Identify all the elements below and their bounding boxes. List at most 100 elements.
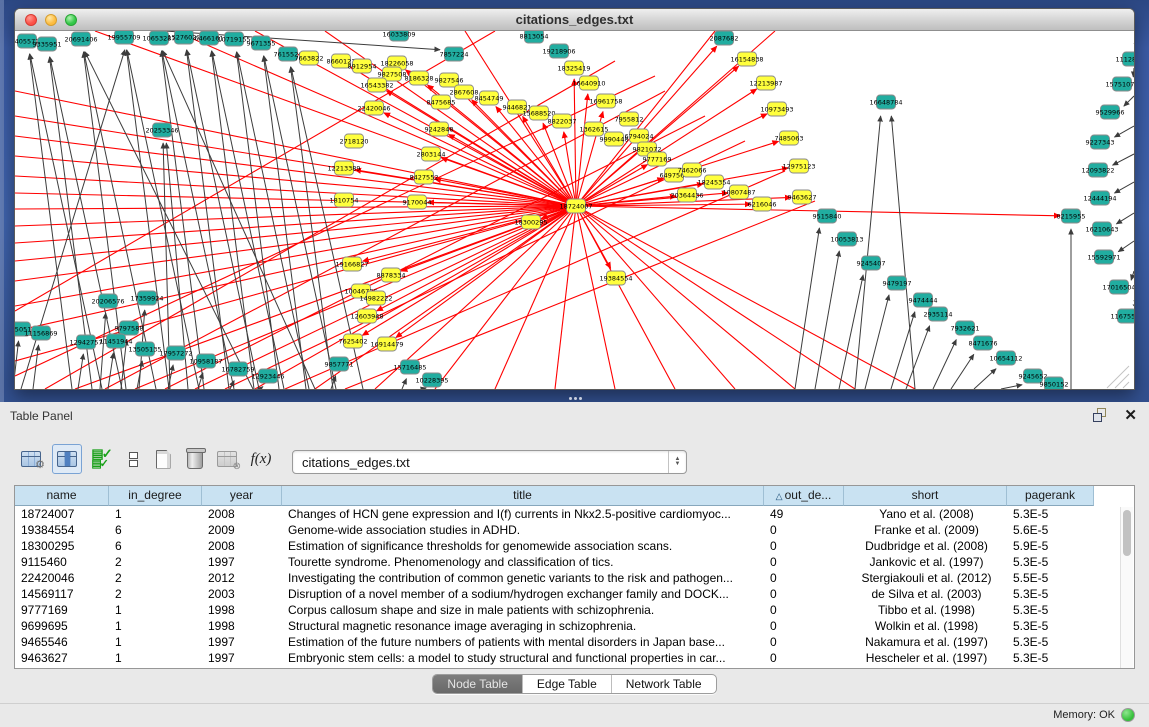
graph-node[interactable]: 18245354 bbox=[697, 175, 730, 189]
graph-node[interactable]: 15716485 bbox=[393, 360, 426, 374]
row-height-icon[interactable] bbox=[118, 444, 148, 474]
column-header-out_de[interactable]: △out_de... bbox=[764, 486, 844, 506]
graph-node[interactable]: 12093822 bbox=[1081, 163, 1114, 177]
graph-node[interactable]: 12444194 bbox=[1083, 191, 1116, 205]
tab-edge-table[interactable]: Edge Table bbox=[523, 675, 612, 693]
column-header-short[interactable]: short bbox=[844, 486, 1007, 506]
panel-divider-grip[interactable] bbox=[567, 396, 583, 401]
graph-node[interactable]: 20206576 bbox=[91, 294, 124, 308]
graph-node[interactable]: 10973493 bbox=[760, 102, 793, 116]
graph-node[interactable]: 1810754 bbox=[330, 193, 359, 207]
table-row[interactable]: 969969511998Structural magnetic resonanc… bbox=[15, 618, 1134, 634]
table-row[interactable]: 1456911722003Disruption of a novel membe… bbox=[15, 586, 1134, 602]
graph-node[interactable]: 20364436 bbox=[670, 188, 703, 202]
graph-node[interactable]: 18325419 bbox=[557, 61, 590, 75]
column-header-year[interactable]: year bbox=[202, 486, 282, 506]
graph-node[interactable]: 17016504 bbox=[1102, 280, 1134, 294]
graph-node[interactable]: 19218906 bbox=[542, 44, 575, 58]
graph-node[interactable]: 9245407 bbox=[857, 256, 886, 270]
table-settings-icon[interactable]: ⚙ bbox=[16, 444, 46, 474]
table-select-dropdown[interactable]: citations_edges.txt ▲▼ bbox=[292, 450, 687, 474]
graph-node[interactable]: 16154838 bbox=[730, 52, 763, 66]
graph-node[interactable]: 20691406 bbox=[64, 32, 97, 46]
table-row[interactable]: 1830029562008Estimation of significance … bbox=[15, 538, 1134, 554]
graph-node[interactable]: 15592971 bbox=[1087, 250, 1120, 264]
column-header-pagerank[interactable]: pagerank bbox=[1007, 486, 1094, 506]
graph-node[interactable]: 16033809 bbox=[382, 31, 415, 41]
graph-node[interactable]: 12603948 bbox=[350, 309, 383, 323]
graph-node[interactable]: 8813054 bbox=[520, 31, 549, 43]
table-scrollbar[interactable] bbox=[1120, 507, 1133, 668]
graph-node[interactable]: 8454749 bbox=[475, 91, 504, 105]
graph-node[interactable]: 16210643 bbox=[1085, 222, 1118, 236]
close-panel-icon[interactable]: ✕ bbox=[1124, 406, 1137, 424]
graph-node[interactable]: 13505135 bbox=[128, 342, 161, 356]
graph-node[interactable]: 16640910 bbox=[572, 76, 605, 90]
table-cell: 2003 bbox=[202, 586, 282, 602]
graph-node[interactable]: 6794024 bbox=[625, 129, 654, 143]
select-visible-columns-icon[interactable]: ▤✓▤✓ bbox=[86, 444, 116, 474]
create-table-icon[interactable] bbox=[148, 444, 178, 474]
graph-node[interactable]: 9242848 bbox=[425, 122, 454, 136]
table-cell: Wolkin et al. (1998) bbox=[844, 618, 1007, 634]
table-cell: Changes of HCN gene expression and I(f) … bbox=[282, 506, 764, 522]
graph-node[interactable]: 16961758 bbox=[589, 94, 622, 108]
function-builder-icon[interactable]: f(x) bbox=[246, 444, 276, 474]
graph-node[interactable]: 12213987 bbox=[749, 76, 782, 90]
graph-node[interactable]: 7955812 bbox=[615, 112, 644, 126]
graph-node[interactable]: 10053813 bbox=[830, 232, 863, 246]
network-canvas[interactable]: 1405572493359512069140619955709106532871… bbox=[15, 31, 1134, 389]
float-panel-icon[interactable] bbox=[1093, 408, 1109, 423]
graph-node[interactable]: 8215955 bbox=[1057, 209, 1086, 223]
graph-node[interactable]: 16648784 bbox=[869, 95, 902, 109]
graph-node[interactable]: 7932621 bbox=[951, 321, 980, 335]
table-scrollbar-thumb[interactable] bbox=[1123, 510, 1131, 556]
column-header-title[interactable]: title bbox=[282, 486, 764, 506]
graph-node[interactable]: 7485063 bbox=[775, 131, 804, 145]
graph-node[interactable]: 12923446 bbox=[251, 369, 284, 383]
tab-network-table[interactable]: Network Table bbox=[612, 675, 716, 693]
graph-node[interactable]: 20253346 bbox=[145, 123, 178, 137]
table-row[interactable]: 977716911998Corpus callosum shape and si… bbox=[15, 602, 1134, 618]
tab-node-table[interactable]: Node Table bbox=[433, 675, 523, 693]
graph-node[interactable]: 19166827 bbox=[335, 257, 368, 271]
graph-node[interactable]: 9529966 bbox=[1096, 105, 1125, 119]
memory-status-icon[interactable] bbox=[1121, 708, 1135, 722]
table-row[interactable]: 911546021997Tourette syndrome. Phenomeno… bbox=[15, 554, 1134, 570]
window-resize-grip[interactable] bbox=[1115, 374, 1129, 388]
table-row[interactable]: 1872400712008Changes of HCN gene express… bbox=[15, 506, 1134, 522]
import-table-disabled-icon[interactable]: ⊗ bbox=[212, 444, 242, 474]
column-header-in_degree[interactable]: in_degree bbox=[109, 486, 202, 506]
graph-node[interactable]: 19955709 bbox=[107, 31, 140, 44]
graph-node[interactable]: 9474444 bbox=[909, 293, 938, 307]
graph-node[interactable]: 8471676 bbox=[969, 336, 998, 350]
graph-node[interactable]: 9227343 bbox=[1086, 135, 1115, 149]
graph-node[interactable]: 10228395 bbox=[415, 373, 448, 387]
network-window-titlebar[interactable]: citations_edges.txt bbox=[15, 9, 1134, 31]
svg-text:16640910: 16640910 bbox=[572, 79, 605, 87]
graph-node[interactable]: 2935114 bbox=[924, 307, 953, 321]
graph-node[interactable]: 2718120 bbox=[340, 134, 369, 148]
graph-edge bbox=[1113, 154, 1134, 165]
graph-node[interactable]: 7625402 bbox=[339, 334, 368, 348]
delete-table-icon[interactable] bbox=[180, 444, 210, 474]
graph-node[interactable]: 12213389 bbox=[327, 161, 360, 175]
graph-node[interactable]: 8427552 bbox=[410, 170, 439, 184]
graph-node[interactable]: 10654112 bbox=[989, 351, 1022, 365]
table-row[interactable]: 2242004622012Investigating the contribut… bbox=[15, 570, 1134, 586]
graph-node[interactable]: 11675533 bbox=[1110, 309, 1134, 323]
window-resize-grip[interactable] bbox=[1123, 382, 1129, 388]
table-row[interactable]: 946362711997Embryonic stem cells: a mode… bbox=[15, 650, 1134, 666]
graph-node[interactable]: 12975123 bbox=[782, 159, 815, 173]
table-row[interactable]: 946554611997Estimation of the future num… bbox=[15, 634, 1134, 650]
graph-node[interactable]: 9479197 bbox=[883, 276, 912, 290]
graph-node[interactable]: 10807487 bbox=[722, 185, 755, 199]
column-display-icon[interactable] bbox=[52, 444, 82, 474]
graph-node[interactable]: 11128457 bbox=[1115, 52, 1134, 66]
graph-edge bbox=[78, 354, 83, 389]
graph-node[interactable]: 19384554 bbox=[599, 271, 632, 285]
table-row[interactable]: 1938455462009Genome-wide association stu… bbox=[15, 522, 1134, 538]
column-header-name[interactable]: name bbox=[15, 486, 109, 506]
graph-node[interactable]: 15751074 bbox=[1105, 77, 1134, 91]
table-cell: Yano et al. (2008) bbox=[844, 506, 1007, 522]
